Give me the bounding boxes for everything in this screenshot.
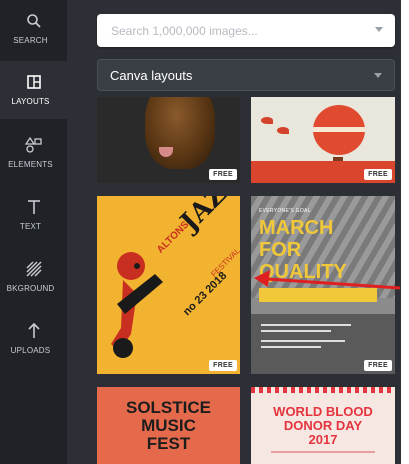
sidebar-item-label: BKGROUND <box>6 284 55 293</box>
sidebar-item-label: SEARCH <box>13 36 48 45</box>
search-input[interactable] <box>97 14 381 47</box>
sidebar-item-label: ELEMENTS <box>8 160 53 169</box>
free-badge: FREE <box>209 169 237 180</box>
solstice-title: SOLSTICE MUSIC FEST <box>97 399 240 453</box>
uploads-icon <box>0 320 67 342</box>
layout-thumbnail-blood-donor[interactable]: WORLD BLOOD DONOR DAY 2017 <box>251 387 395 464</box>
march-kicker-text: EVERYONE'S GOAL <box>259 208 311 214</box>
march-line2: FOR <box>259 239 302 261</box>
text-line <box>271 451 375 453</box>
text-line <box>261 324 351 326</box>
text-line <box>261 346 321 348</box>
elements-icon <box>0 134 67 156</box>
layout-thumbnail-balloon[interactable]: FREE <box>251 97 395 183</box>
text-icon <box>0 196 67 218</box>
annotation-arrow-icon <box>254 270 401 290</box>
sidebar-item-label: UPLOADS <box>10 346 51 355</box>
march-line1: MARCH <box>259 217 334 239</box>
sidebar-item-elements[interactable]: ELEMENTS <box>0 124 67 182</box>
solstice-line2: MUSIC <box>141 416 196 435</box>
background-icon <box>0 258 67 280</box>
canva-editor-panel: SEARCH LAYOUTS ELEMENTS TEXT BKGROUND UP… <box>0 0 401 464</box>
bird-shape <box>261 117 273 124</box>
chevron-down-icon <box>374 73 382 78</box>
free-badge: FREE <box>364 169 392 180</box>
layout-thumbnail-jazz[interactable]: ALTONS JAZZ FESTIVAL no 23 2018 FREE <box>97 196 240 374</box>
image-search-box <box>97 14 395 47</box>
chevron-down-icon[interactable] <box>375 27 383 32</box>
blood-line3: 2017 <box>308 432 338 447</box>
sidebar-item-background[interactable]: BKGROUND <box>0 248 67 306</box>
blood-line2: DONOR DAY <box>283 418 363 433</box>
blood-line1: WORLD BLOOD <box>273 404 373 419</box>
sidebar-item-uploads[interactable]: UPLOADS <box>0 310 67 368</box>
text-line <box>261 340 345 342</box>
sidebar-item-label: TEXT <box>19 222 42 231</box>
search-icon <box>0 10 67 32</box>
blood-donor-title: WORLD BLOOD DONOR DAY 2017 <box>251 405 395 447</box>
free-badge: FREE <box>209 360 237 371</box>
hot-air-balloon-image <box>313 105 365 155</box>
page-edge <box>401 0 409 464</box>
free-badge: FREE <box>364 360 392 371</box>
layout-source-value: Canva layouts <box>110 68 193 83</box>
sidebar-item-text[interactable]: TEXT <box>0 186 67 244</box>
jazz-date-text: no 23 2018 <box>180 269 230 319</box>
sidebar-item-label: LAYOUTS <box>11 97 50 106</box>
bird-shape <box>277 127 289 134</box>
sidebar-item-search[interactable]: SEARCH <box>0 0 67 58</box>
decorative-stripe <box>251 387 395 393</box>
layout-thumbnail-solstice[interactable]: SOLSTICE MUSIC FEST <box>97 387 240 464</box>
text-line <box>261 330 331 332</box>
solstice-line3: FEST <box>146 434 191 453</box>
layout-source-select[interactable]: Canva layouts <box>97 59 395 91</box>
trumpet-illustration <box>111 252 163 358</box>
solstice-line1: SOLSTICE <box>125 398 211 417</box>
layouts-icon <box>0 71 67 93</box>
sidebar: SEARCH LAYOUTS ELEMENTS TEXT BKGROUND UP… <box>0 0 67 464</box>
sidebar-item-layouts[interactable]: LAYOUTS <box>0 61 67 119</box>
dog-image <box>145 97 215 169</box>
layout-thumbnail-dog[interactable]: FREE <box>97 97 240 183</box>
